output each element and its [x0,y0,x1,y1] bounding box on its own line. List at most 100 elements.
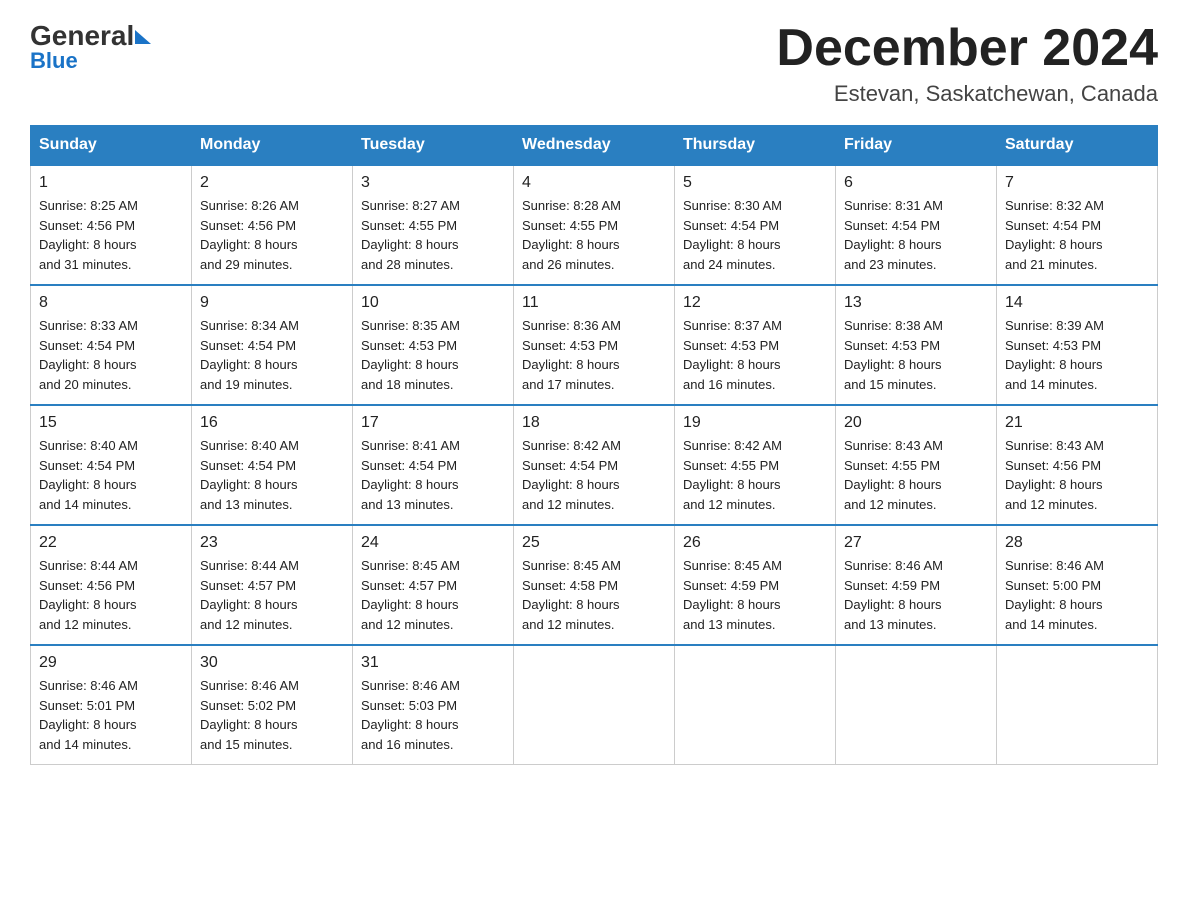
calendar-cell: 3 Sunrise: 8:27 AMSunset: 4:55 PMDayligh… [353,165,514,285]
week-row-1: 1 Sunrise: 8:25 AMSunset: 4:56 PMDayligh… [31,165,1158,285]
day-number: 20 [844,414,988,432]
calendar-cell: 9 Sunrise: 8:34 AMSunset: 4:54 PMDayligh… [192,285,353,405]
calendar-cell: 5 Sunrise: 8:30 AMSunset: 4:54 PMDayligh… [675,165,836,285]
calendar-cell [997,645,1158,765]
day-number: 28 [1005,534,1149,552]
calendar-cell: 27 Sunrise: 8:46 AMSunset: 4:59 PMDaylig… [836,525,997,645]
header-wednesday: Wednesday [514,126,675,166]
day-number: 14 [1005,294,1149,312]
day-number: 31 [361,654,505,672]
calendar-cell: 11 Sunrise: 8:36 AMSunset: 4:53 PMDaylig… [514,285,675,405]
header-friday: Friday [836,126,997,166]
calendar-cell: 28 Sunrise: 8:46 AMSunset: 5:00 PMDaylig… [997,525,1158,645]
week-row-5: 29 Sunrise: 8:46 AMSunset: 5:01 PMDaylig… [31,645,1158,765]
calendar-cell: 19 Sunrise: 8:42 AMSunset: 4:55 PMDaylig… [675,405,836,525]
day-info: Sunrise: 8:45 AMSunset: 4:57 PMDaylight:… [361,556,505,634]
calendar-cell: 4 Sunrise: 8:28 AMSunset: 4:55 PMDayligh… [514,165,675,285]
logo-blue-text: Blue [30,48,78,74]
day-info: Sunrise: 8:36 AMSunset: 4:53 PMDaylight:… [522,316,666,394]
calendar-cell: 8 Sunrise: 8:33 AMSunset: 4:54 PMDayligh… [31,285,192,405]
day-number: 27 [844,534,988,552]
day-number: 24 [361,534,505,552]
day-info: Sunrise: 8:46 AMSunset: 5:02 PMDaylight:… [200,676,344,754]
day-number: 25 [522,534,666,552]
calendar-cell [836,645,997,765]
day-info: Sunrise: 8:34 AMSunset: 4:54 PMDaylight:… [200,316,344,394]
logo: General Blue [30,20,151,74]
day-info: Sunrise: 8:33 AMSunset: 4:54 PMDaylight:… [39,316,183,394]
day-number: 11 [522,294,666,312]
day-info: Sunrise: 8:39 AMSunset: 4:53 PMDaylight:… [1005,316,1149,394]
calendar-cell: 25 Sunrise: 8:45 AMSunset: 4:58 PMDaylig… [514,525,675,645]
day-number: 21 [1005,414,1149,432]
calendar-cell: 7 Sunrise: 8:32 AMSunset: 4:54 PMDayligh… [997,165,1158,285]
day-number: 17 [361,414,505,432]
day-info: Sunrise: 8:27 AMSunset: 4:55 PMDaylight:… [361,196,505,274]
calendar-cell: 14 Sunrise: 8:39 AMSunset: 4:53 PMDaylig… [997,285,1158,405]
header-monday: Monday [192,126,353,166]
day-info: Sunrise: 8:45 AMSunset: 4:59 PMDaylight:… [683,556,827,634]
day-number: 7 [1005,174,1149,192]
title-block: December 2024 Estevan, Saskatchewan, Can… [776,20,1158,107]
calendar-cell: 12 Sunrise: 8:37 AMSunset: 4:53 PMDaylig… [675,285,836,405]
calendar-cell: 1 Sunrise: 8:25 AMSunset: 4:56 PMDayligh… [31,165,192,285]
day-info: Sunrise: 8:30 AMSunset: 4:54 PMDaylight:… [683,196,827,274]
week-row-3: 15 Sunrise: 8:40 AMSunset: 4:54 PMDaylig… [31,405,1158,525]
header-tuesday: Tuesday [353,126,514,166]
calendar-cell [514,645,675,765]
day-number: 4 [522,174,666,192]
calendar-cell: 20 Sunrise: 8:43 AMSunset: 4:55 PMDaylig… [836,405,997,525]
day-info: Sunrise: 8:46 AMSunset: 5:03 PMDaylight:… [361,676,505,754]
day-info: Sunrise: 8:43 AMSunset: 4:56 PMDaylight:… [1005,436,1149,514]
day-info: Sunrise: 8:45 AMSunset: 4:58 PMDaylight:… [522,556,666,634]
day-number: 19 [683,414,827,432]
calendar-cell: 29 Sunrise: 8:46 AMSunset: 5:01 PMDaylig… [31,645,192,765]
day-info: Sunrise: 8:42 AMSunset: 4:54 PMDaylight:… [522,436,666,514]
day-number: 1 [39,174,183,192]
day-number: 29 [39,654,183,672]
calendar-cell: 30 Sunrise: 8:46 AMSunset: 5:02 PMDaylig… [192,645,353,765]
day-number: 3 [361,174,505,192]
calendar-cell: 26 Sunrise: 8:45 AMSunset: 4:59 PMDaylig… [675,525,836,645]
calendar-cell: 15 Sunrise: 8:40 AMSunset: 4:54 PMDaylig… [31,405,192,525]
day-number: 30 [200,654,344,672]
day-info: Sunrise: 8:26 AMSunset: 4:56 PMDaylight:… [200,196,344,274]
day-info: Sunrise: 8:44 AMSunset: 4:57 PMDaylight:… [200,556,344,634]
day-number: 9 [200,294,344,312]
calendar-cell: 16 Sunrise: 8:40 AMSunset: 4:54 PMDaylig… [192,405,353,525]
calendar-cell: 10 Sunrise: 8:35 AMSunset: 4:53 PMDaylig… [353,285,514,405]
calendar-cell [675,645,836,765]
calendar-cell: 17 Sunrise: 8:41 AMSunset: 4:54 PMDaylig… [353,405,514,525]
day-number: 18 [522,414,666,432]
day-number: 2 [200,174,344,192]
day-info: Sunrise: 8:41 AMSunset: 4:54 PMDaylight:… [361,436,505,514]
logo-arrow-icon [135,30,151,44]
location-subtitle: Estevan, Saskatchewan, Canada [776,81,1158,107]
day-info: Sunrise: 8:46 AMSunset: 5:01 PMDaylight:… [39,676,183,754]
calendar-cell: 21 Sunrise: 8:43 AMSunset: 4:56 PMDaylig… [997,405,1158,525]
day-info: Sunrise: 8:37 AMSunset: 4:53 PMDaylight:… [683,316,827,394]
week-row-2: 8 Sunrise: 8:33 AMSunset: 4:54 PMDayligh… [31,285,1158,405]
month-year-title: December 2024 [776,20,1158,77]
week-row-4: 22 Sunrise: 8:44 AMSunset: 4:56 PMDaylig… [31,525,1158,645]
calendar-cell: 13 Sunrise: 8:38 AMSunset: 4:53 PMDaylig… [836,285,997,405]
calendar-cell: 24 Sunrise: 8:45 AMSunset: 4:57 PMDaylig… [353,525,514,645]
day-number: 23 [200,534,344,552]
day-info: Sunrise: 8:44 AMSunset: 4:56 PMDaylight:… [39,556,183,634]
day-number: 15 [39,414,183,432]
day-number: 5 [683,174,827,192]
header-sunday: Sunday [31,126,192,166]
calendar-cell: 2 Sunrise: 8:26 AMSunset: 4:56 PMDayligh… [192,165,353,285]
calendar-cell: 18 Sunrise: 8:42 AMSunset: 4:54 PMDaylig… [514,405,675,525]
calendar-cell: 6 Sunrise: 8:31 AMSunset: 4:54 PMDayligh… [836,165,997,285]
day-number: 16 [200,414,344,432]
day-info: Sunrise: 8:42 AMSunset: 4:55 PMDaylight:… [683,436,827,514]
day-number: 26 [683,534,827,552]
calendar-cell: 23 Sunrise: 8:44 AMSunset: 4:57 PMDaylig… [192,525,353,645]
calendar-cell: 31 Sunrise: 8:46 AMSunset: 5:03 PMDaylig… [353,645,514,765]
calendar-header-row: Sunday Monday Tuesday Wednesday Thursday… [31,126,1158,166]
calendar-table: Sunday Monday Tuesday Wednesday Thursday… [30,125,1158,765]
day-info: Sunrise: 8:35 AMSunset: 4:53 PMDaylight:… [361,316,505,394]
day-info: Sunrise: 8:43 AMSunset: 4:55 PMDaylight:… [844,436,988,514]
day-number: 6 [844,174,988,192]
